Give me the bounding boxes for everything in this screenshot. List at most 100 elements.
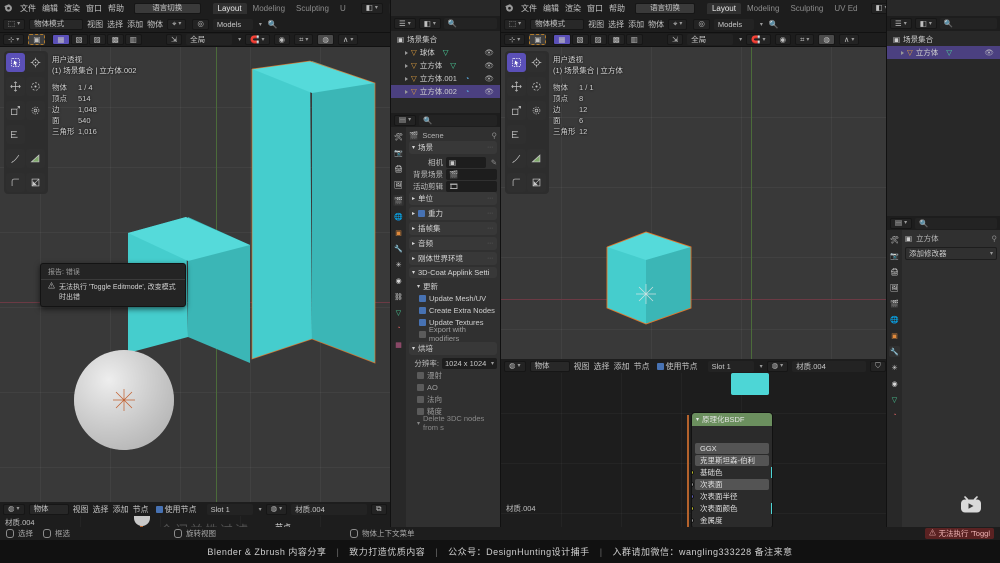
- outliner-item-cube-002[interactable]: ▽ 立方体.002 ◔ 👁: [391, 85, 500, 98]
- collection-visibility-icon-right[interactable]: ◎: [693, 18, 710, 30]
- ptab-tool-icon-right[interactable]: 🛠: [889, 234, 900, 245]
- ptab-scene-icon[interactable]: 🎬: [393, 195, 404, 206]
- outliner-search-input-right[interactable]: 🔍: [939, 18, 997, 29]
- shader-type-selector[interactable]: 物体: [28, 503, 69, 515]
- outliner-root-right[interactable]: ▣ 场景集合: [887, 33, 1000, 46]
- material-slot-field-right[interactable]: Slot 1: [707, 360, 754, 372]
- panel-applink[interactable]: ▾ 3D-Coat Applink Setti: [409, 267, 497, 278]
- language-switch-button-right[interactable]: 语言切换: [635, 2, 695, 14]
- viewport-menu-view-right[interactable]: 视图: [588, 19, 604, 30]
- proportional-falloff-icon[interactable]: ◍: [317, 34, 334, 45]
- menu-file-right[interactable]: 文件: [521, 3, 537, 14]
- ptab-output-icon[interactable]: 🖨: [393, 163, 404, 174]
- material-fake-user-button[interactable]: ⛉: [870, 360, 886, 372]
- properties-search-input-right[interactable]: 🔍: [915, 217, 997, 229]
- object-mode-selector-right[interactable]: 物体模式: [530, 18, 585, 30]
- active-clip-field[interactable]: 🎞: [446, 180, 497, 192]
- shader-menu-node[interactable]: 节点: [133, 504, 149, 515]
- shader-menu-view-right[interactable]: 视图: [574, 361, 590, 372]
- cursor-tool-button-right[interactable]: ▣: [529, 34, 547, 45]
- shader-editor-type-icon-right[interactable]: ◍ ▾: [504, 360, 526, 372]
- outliner-item-cube[interactable]: ▽ 立方体 ▽ 👁: [391, 59, 500, 72]
- ptab-particles-icon[interactable]: ✳: [393, 259, 404, 270]
- shader-menu-select[interactable]: 选择: [93, 504, 109, 515]
- outliner-item-cube-right[interactable]: ▽ 立方体 ▽ 👁: [887, 46, 1000, 59]
- tab-sculpting-right[interactable]: Sculpting: [785, 3, 828, 14]
- viewport-menu-add-right[interactable]: 添加: [628, 19, 644, 30]
- panel-bake[interactable]: ▾ 烘培: [409, 342, 497, 355]
- ptab-output-icon-right[interactable]: 🖨: [889, 266, 900, 277]
- tool-move[interactable]: [6, 77, 25, 96]
- cursor-tool-button[interactable]: ▣: [28, 34, 46, 45]
- visibility-eye-icon[interactable]: 👁: [484, 48, 494, 57]
- visibility-eye-icon-3[interactable]: 👁: [484, 87, 494, 96]
- proportional-icon[interactable]: ▨: [88, 34, 106, 45]
- mirror-icon[interactable]: ▩: [106, 34, 124, 45]
- shader-menu-view[interactable]: 视图: [73, 504, 89, 515]
- node-principled-bsdf[interactable]: ▾ 原理化BSDF GGX 克里斯坦森-伯利 基础色 次表面 次表面半径 次表面…: [691, 412, 773, 529]
- panel-rigidbody-world[interactable]: ▸ 刚体世界环境 ⋯: [409, 252, 497, 265]
- ptab-world-icon-right[interactable]: 🌐: [889, 314, 900, 325]
- node-socket-subsurface-color[interactable]: 次表面颜色: [692, 503, 772, 514]
- tool-measure[interactable]: [26, 149, 45, 168]
- tool-annotate-pen-right[interactable]: [507, 149, 526, 168]
- material-name-field[interactable]: 材质.004: [291, 503, 368, 515]
- shader-menu-add[interactable]: 添加: [113, 504, 129, 515]
- tab-layout-right[interactable]: Layout: [706, 2, 741, 14]
- panel-keying-sets[interactable]: ▸ 插帧集 ⋯: [409, 222, 497, 235]
- menu-file[interactable]: 文件: [20, 3, 36, 14]
- material-name-field-right[interactable]: 材质.004: [792, 360, 867, 372]
- ptab-data-icon[interactable]: ▽: [393, 307, 404, 318]
- snap-toggle-icon[interactable]: 🧲 ▾: [245, 34, 270, 45]
- tool-add-cube-right[interactable]: [507, 173, 526, 192]
- tab-uvediting-right[interactable]: UV Ed: [829, 3, 862, 14]
- ptab-tool-icon[interactable]: 🛠: [393, 131, 404, 142]
- properties-search-input[interactable]: 🔍: [419, 114, 497, 126]
- ptab-texture-icon[interactable]: ▦: [393, 339, 404, 350]
- language-switch-button[interactable]: 语言切换: [134, 2, 201, 14]
- editor-type-selector[interactable]: ⬚ ▾: [3, 18, 26, 30]
- tool-rotate[interactable]: [26, 77, 45, 96]
- tool-transform[interactable]: [26, 101, 45, 120]
- menu-help[interactable]: 帮助: [108, 3, 124, 14]
- node-subsurface-method-field[interactable]: 克里斯坦森-伯利: [695, 455, 769, 466]
- left-outliner[interactable]: ▣ 场景集合 ▽ 球体 ▽ 👁 ▽ 立方体 ▽ 👁 ▽ 立方体.001 ◔ 👁 …: [391, 31, 500, 113]
- menu-render[interactable]: 渲染: [64, 3, 80, 14]
- ptab-viewlayer-icon[interactable]: 🖼: [393, 179, 404, 190]
- tool-scale-right[interactable]: [507, 101, 526, 120]
- shader-editor-type-icon[interactable]: ◍ ▾: [3, 503, 25, 515]
- visibility-eye-icon-right[interactable]: 👁: [984, 48, 994, 57]
- chk-export-with-modifiers[interactable]: [419, 330, 426, 338]
- panel-gravity[interactable]: ▸ 重力 ⋯: [409, 207, 497, 220]
- material-browse-icon[interactable]: ◍ ▾: [265, 503, 288, 515]
- chk-diffuse[interactable]: [417, 371, 424, 379]
- proportional-icon-right[interactable]: ▨: [589, 34, 607, 45]
- pin-icon[interactable]: ⚲: [492, 131, 498, 140]
- resolution-field[interactable]: 1024 x 1024 ▾: [442, 357, 497, 369]
- ptab-scene-icon-right[interactable]: 🎬: [889, 298, 900, 309]
- panel-scene[interactable]: ▾ 场景 ⋯: [409, 141, 497, 154]
- node-socket-subsurface-radius[interactable]: 次表面半径: [692, 491, 769, 502]
- ptab-data-icon-right[interactable]: ▽: [889, 394, 900, 405]
- tool-annotate[interactable]: [6, 125, 25, 144]
- viewport-menu-select-right[interactable]: 选择: [608, 19, 624, 30]
- ptab-object-icon-right[interactable]: ▣: [889, 330, 900, 341]
- node-socket-subsurface[interactable]: 次表面: [692, 479, 769, 490]
- ptab-material-icon-right[interactable]: ◔: [889, 410, 900, 421]
- tool-add-mesh[interactable]: [26, 173, 45, 192]
- ptab-viewlayer-icon-right[interactable]: 🖼: [889, 282, 900, 293]
- label-delete-3dc-nodes[interactable]: Delete 3DC nodes from s: [423, 414, 497, 432]
- outliner-display-mode-icon-right[interactable]: ☰ ▾: [890, 18, 912, 29]
- scene-browse-icon[interactable]: ◧ ▾: [360, 2, 383, 14]
- node-socket-metallic[interactable]: 金属度: [692, 515, 769, 526]
- ptab-world-icon[interactable]: 🌐: [393, 211, 404, 222]
- ptab-render-icon[interactable]: 📷: [393, 147, 404, 158]
- tool-cursor[interactable]: [26, 53, 45, 72]
- chk-update-textures[interactable]: [419, 318, 426, 326]
- slot-chevron-down-icon-right[interactable]: ▾: [760, 363, 763, 370]
- snap-magnet-icon[interactable]: ▧: [70, 34, 88, 45]
- gravity-checkbox[interactable]: [418, 210, 426, 217]
- tool-tweak[interactable]: [6, 53, 25, 72]
- ptab-physics-icon-right[interactable]: ◉: [889, 378, 900, 389]
- collection-chevron-down-icon-right[interactable]: ▾: [760, 21, 763, 28]
